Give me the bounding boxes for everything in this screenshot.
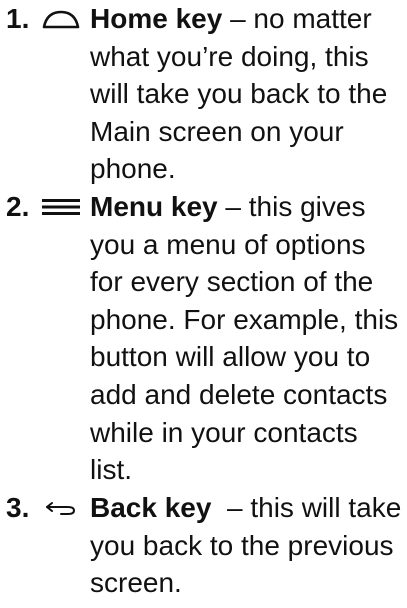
item-line: add and delete contacts <box>90 378 388 410</box>
item-line: – this gives <box>217 191 366 222</box>
item-number: 3. <box>6 492 30 523</box>
item-text: Back key – this will take you back to th… <box>90 489 402 602</box>
item-line: will take you back to the <box>90 78 388 110</box>
back-arrow-icon <box>38 491 84 525</box>
item-line: button will allow you to <box>90 341 371 373</box>
menu-bars-icon <box>38 190 84 224</box>
item-line: phone. <box>90 153 176 185</box>
item-line: what you’re doing, this <box>90 40 369 72</box>
item-term: Back key <box>90 492 212 523</box>
item-term: Home key <box>90 3 223 34</box>
item-term: Menu key <box>90 191 218 222</box>
item-line: screen. <box>90 567 182 599</box>
item-line: Main screen on your <box>90 115 344 147</box>
item-text: Menu key – this gives you a menu of opti… <box>90 188 400 489</box>
home-outline-icon <box>38 2 84 36</box>
item-number: 2. <box>6 191 30 222</box>
item-line: you back to the previous <box>90 529 394 561</box>
item-line: – this will take <box>211 492 402 523</box>
item-line: – no matter <box>222 3 372 34</box>
item-line: list. <box>90 454 132 486</box>
item-line: phone. For example, this <box>90 303 399 335</box>
item-line: while in your contacts <box>90 416 358 448</box>
item-number: 1. <box>6 3 30 34</box>
item-text: Home key – no matter what you’re doing, … <box>90 0 400 188</box>
instruction-list: 1. Home key – no matter what you’re doin… <box>0 0 407 608</box>
item-line: you a menu of options <box>90 228 366 260</box>
item-line: for every section of the <box>90 266 374 298</box>
